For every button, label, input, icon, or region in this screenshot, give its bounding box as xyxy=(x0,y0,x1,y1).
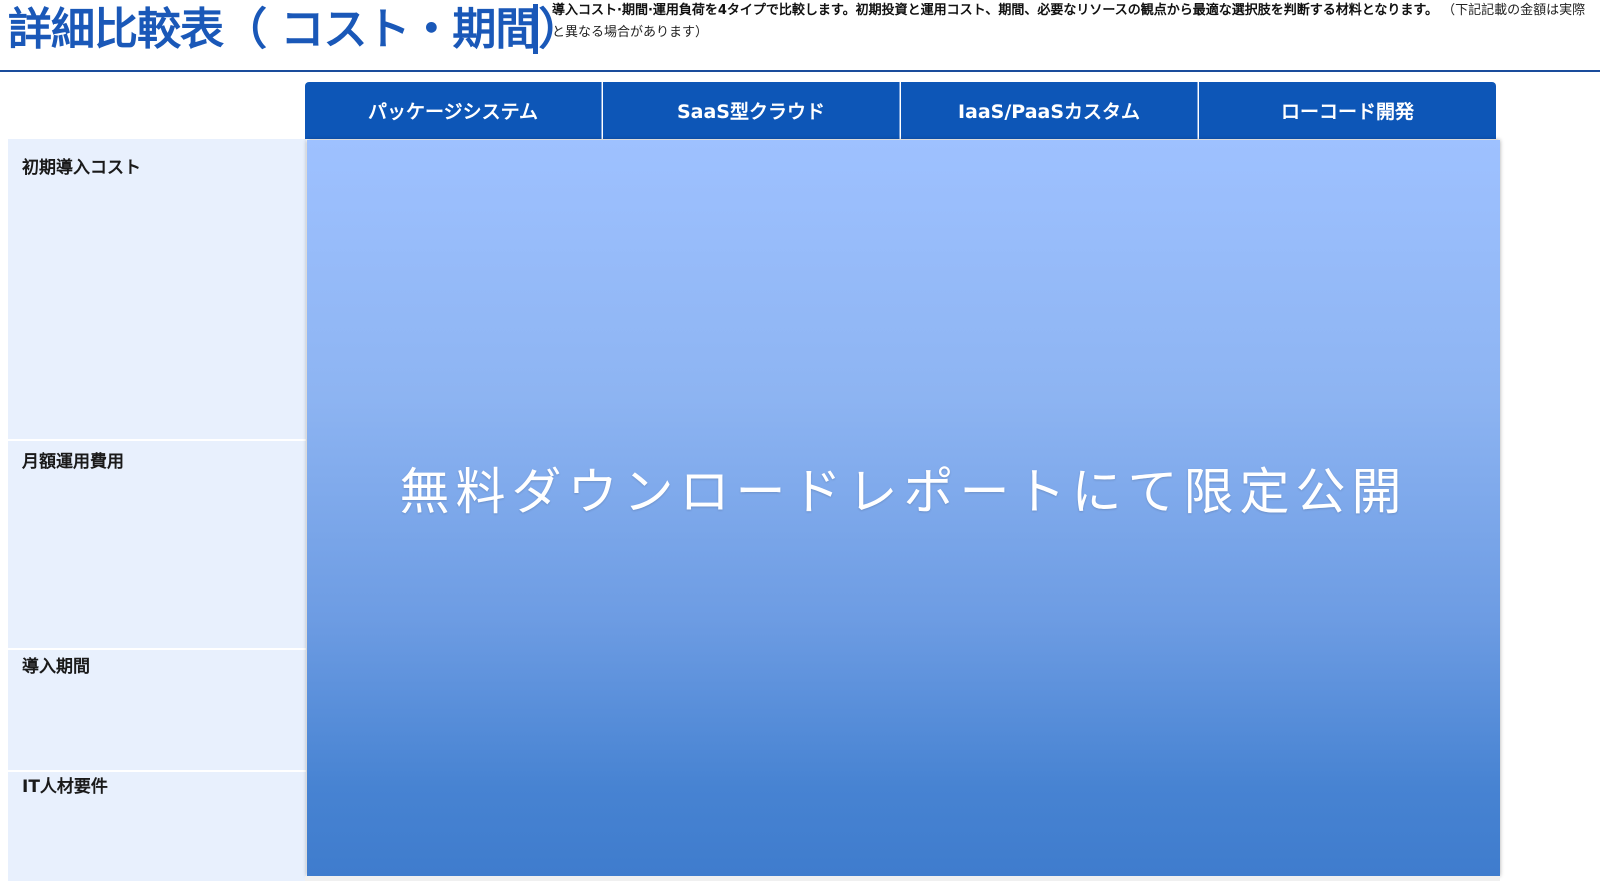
locked-content-overlay: 無料ダウンロードレポートにて限定公開 xyxy=(307,140,1500,876)
row-header-monthly-cost: 月額運用費用 xyxy=(8,441,306,648)
table-bottom-edge xyxy=(305,876,1500,881)
header: 詳細比較表（ コスト・期間） 導入コスト·期間·運用負荷を4タイプで比較します。… xyxy=(0,0,1600,68)
column-header-iaas-paas: IaaS/PaaSカスタム xyxy=(901,82,1198,139)
column-header-saas: SaaS型クラウド xyxy=(603,82,900,139)
page-title: 詳細比較表（ コスト・期間） xyxy=(8,4,582,55)
row-header-it-staff: IT人材要件 xyxy=(8,772,306,881)
row-label: IT人材要件 xyxy=(22,777,108,797)
table-corner-cell xyxy=(8,82,306,139)
row-header-initial-cost: 初期導入コスト xyxy=(8,139,306,439)
overlay-message: 無料ダウンロードレポートにて限定公開 xyxy=(399,463,1408,521)
row-label: 初期導入コスト xyxy=(22,158,141,178)
column-header-package: パッケージシステム xyxy=(305,82,602,139)
header-rule xyxy=(0,70,1600,72)
row-label: 導入期間 xyxy=(22,657,90,677)
row-label: 月額運用費用 xyxy=(22,452,124,472)
page-description: 導入コスト·期間·運用負荷を4タイプで比較します。初期投資と運用コスト、期間、必… xyxy=(552,0,1592,44)
description-text: 導入コスト·期間·運用負荷を4タイプで比較します。初期投資と運用コスト、期間、必… xyxy=(552,3,1439,18)
row-header-period: 導入期間 xyxy=(8,650,306,770)
column-header-lowcode: ローコード開発 xyxy=(1199,82,1496,139)
title-divider xyxy=(533,4,538,54)
